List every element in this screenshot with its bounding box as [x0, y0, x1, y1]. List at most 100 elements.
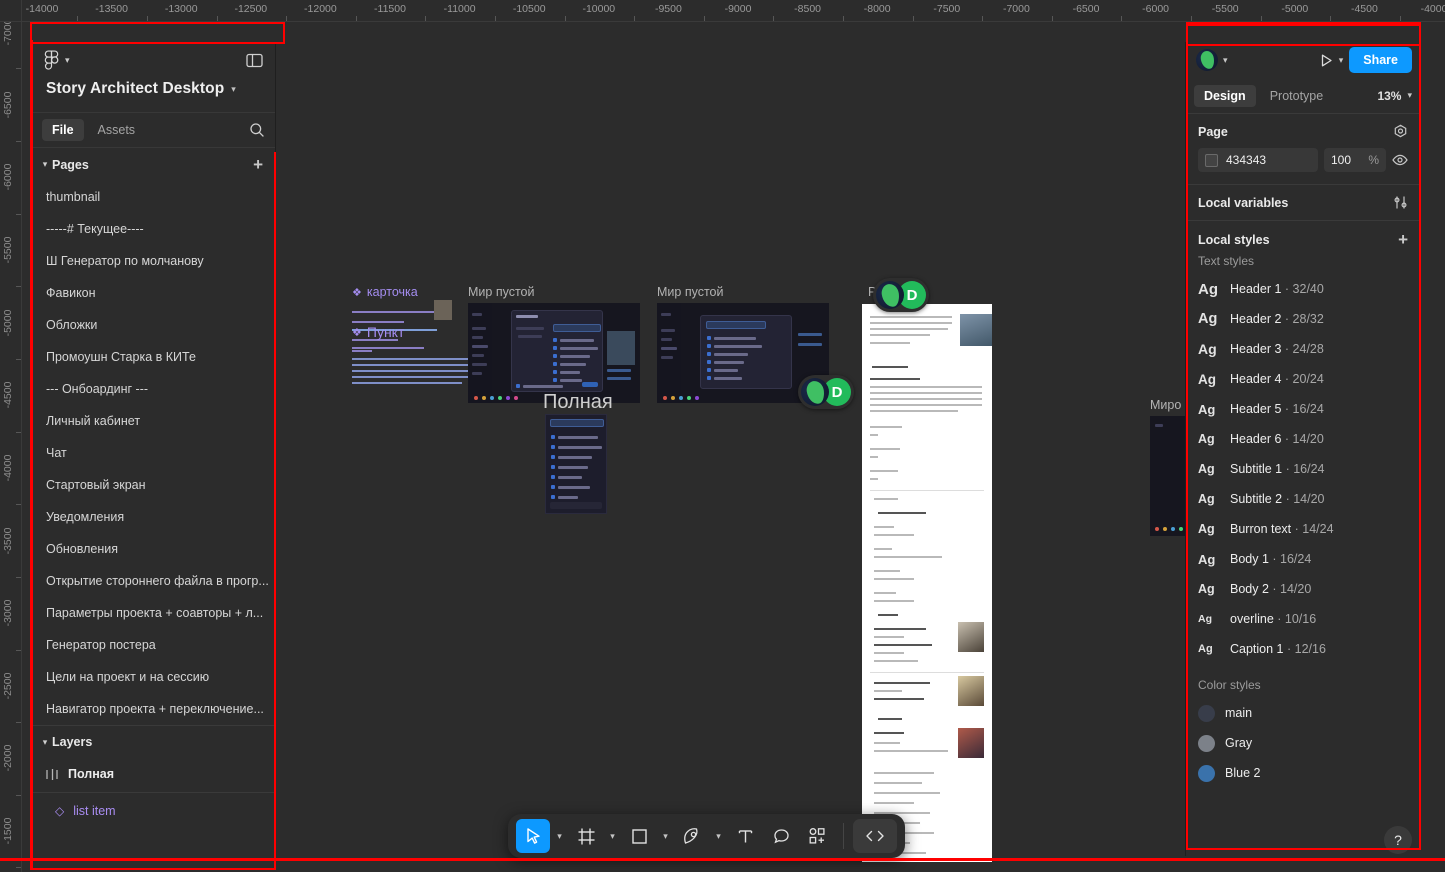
- frame-label-polnaya[interactable]: Полная: [543, 391, 613, 414]
- page-list-item[interactable]: Уведомления: [32, 501, 275, 533]
- text-style-name: Header 5 · 16/24: [1230, 402, 1324, 416]
- comment-tool[interactable]: [764, 819, 798, 853]
- plus-icon[interactable]: +: [1398, 231, 1408, 248]
- collaborator-avatar-2[interactable]: D: [798, 375, 854, 409]
- page-list-item[interactable]: Стартовый экран: [32, 469, 275, 501]
- shape-tool[interactable]: [622, 819, 656, 853]
- page-list-item[interactable]: Личный кабинет: [32, 405, 275, 437]
- pages-list[interactable]: thumbnail -----# Текущее---- Ш Генератор п…: [32, 181, 275, 725]
- page-list-item[interactable]: Обновления: [32, 533, 275, 565]
- chevron-down-icon[interactable]: ▾: [1339, 55, 1344, 66]
- help-button[interactable]: ?: [1384, 826, 1412, 854]
- page-settings-icon[interactable]: [1393, 124, 1408, 139]
- text-style-sample: Ag: [1198, 311, 1218, 327]
- ruler-tick-label: -10000: [582, 3, 616, 15]
- resources-tool[interactable]: [800, 819, 834, 853]
- page-list-item[interactable]: Открытие стороннего файла в прогр...: [32, 565, 275, 597]
- panel-layout-icon[interactable]: [246, 53, 263, 68]
- search-icon[interactable]: [249, 122, 265, 138]
- ruler-tick: [773, 16, 775, 21]
- page-list-item[interactable]: Цели на проект и на сессию: [32, 661, 275, 693]
- frame-tool[interactable]: [569, 819, 603, 853]
- page-list-item[interactable]: --- Онбоардинг ---: [32, 373, 275, 405]
- collaborator-avatar-1[interactable]: D: [873, 278, 929, 312]
- text-style-row[interactable]: Ag Header 2 · 28/32: [1186, 304, 1420, 334]
- page-list-item[interactable]: Генератор постера: [32, 629, 275, 661]
- text-style-row[interactable]: Ag Burron text · 14/24: [1186, 514, 1420, 544]
- opacity-field[interactable]: 100 %: [1324, 148, 1386, 172]
- share-button[interactable]: Share: [1349, 47, 1412, 73]
- fill-color-field[interactable]: 434343: [1198, 148, 1318, 172]
- move-tool-chevron-down-icon[interactable]: ▾: [552, 831, 567, 842]
- color-style-row[interactable]: main: [1186, 698, 1420, 728]
- chevron-down-icon[interactable]: ▾: [38, 159, 52, 170]
- plus-icon[interactable]: +: [253, 156, 263, 173]
- shape-tool-chevron-down-icon[interactable]: ▾: [658, 831, 673, 842]
- text-style-name: Subtitle 1 · 16/24: [1230, 462, 1325, 476]
- frame-thumbnail-polnaya[interactable]: [545, 414, 607, 514]
- text-styles-list[interactable]: Ag Header 1 · 32/40 Ag Header 2 · 28/32 Ag He…: [1186, 274, 1420, 664]
- component-label-kartochka[interactable]: ❖ карточка: [352, 285, 418, 299]
- layers-section-header[interactable]: ▾ Layers: [32, 725, 275, 758]
- tab-prototype[interactable]: Prototype: [1260, 85, 1334, 107]
- text-style-row[interactable]: Ag Header 3 · 24/28: [1186, 334, 1420, 364]
- text-style-row[interactable]: Ag Subtitle 1 · 16/24: [1186, 454, 1420, 484]
- text-style-row[interactable]: Ag Subtitle 2 · 14/20: [1186, 484, 1420, 514]
- text-style-row[interactable]: Ag Header 5 · 16/24: [1186, 394, 1420, 424]
- frame-label-mir-pustoy-1[interactable]: Мир пустой: [468, 285, 534, 299]
- styles-list[interactable]: Text styles Ag Header 1 · 32/40 Ag Header 2…: [1186, 250, 1420, 856]
- page-list-item[interactable]: Чат: [32, 437, 275, 469]
- ruler-tick: [355, 16, 357, 21]
- present-button[interactable]: ▾: [1319, 53, 1344, 68]
- color-swatch[interactable]: [1205, 153, 1218, 167]
- variables-sliders-icon[interactable]: [1393, 195, 1408, 210]
- tab-design[interactable]: Design: [1194, 84, 1256, 107]
- color-style-row[interactable]: Gray: [1186, 728, 1420, 758]
- color-style-row[interactable]: Blue 2: [1186, 758, 1420, 788]
- ruler-tick: [1260, 16, 1262, 21]
- collaborator-photo-icon: [801, 378, 829, 406]
- text-style-row[interactable]: Ag Body 2 · 14/20: [1186, 574, 1420, 604]
- page-list-item[interactable]: Фавикон: [32, 277, 275, 309]
- dev-mode-toggle[interactable]: [853, 819, 897, 853]
- layer-item-polnaya[interactable]: Полная: [32, 758, 275, 790]
- zoom-control[interactable]: 13% ▾: [1377, 89, 1412, 103]
- chevron-down-icon[interactable]: ▾: [231, 84, 236, 95]
- zoom-level: 13%: [1377, 88, 1402, 103]
- frame-thumbnail-ro-document[interactable]: [862, 304, 992, 862]
- text-style-row[interactable]: Ag Header 6 · 14/20: [1186, 424, 1420, 454]
- text-tool[interactable]: [728, 819, 762, 853]
- page-list-item[interactable]: -----# Текущее----: [32, 213, 275, 245]
- figma-menu-button[interactable]: ▾: [44, 50, 70, 70]
- eye-icon[interactable]: [1392, 153, 1408, 167]
- tab-file[interactable]: File: [42, 119, 84, 141]
- pen-tool[interactable]: [675, 819, 709, 853]
- page-list-item[interactable]: thumbnail: [32, 181, 275, 213]
- page-list-item[interactable]: Параметры проекта + соавторы + л...: [32, 597, 275, 629]
- text-style-row[interactable]: Ag Body 1 · 16/24: [1186, 544, 1420, 574]
- component-label-punkt[interactable]: ❖ Пункт: [352, 324, 404, 340]
- text-style-row[interactable]: Ag Header 4 · 20/24: [1186, 364, 1420, 394]
- user-avatar-button[interactable]: ▾: [1196, 49, 1228, 71]
- tab-assets[interactable]: Assets: [88, 119, 146, 141]
- frame-label-miro[interactable]: Миро: [1150, 398, 1181, 412]
- color-styles-list[interactable]: main Gray Blue 2: [1186, 698, 1420, 788]
- ruler-tick: [703, 16, 705, 21]
- layer-item-list-item[interactable]: ◇ list item: [32, 795, 275, 827]
- page-list-item[interactable]: Промоушн Старка в КИТе: [32, 341, 275, 373]
- text-style-row[interactable]: Ag overline · 10/16: [1186, 604, 1420, 634]
- page-list-item[interactable]: Ш Генератор по молчанову: [32, 245, 275, 277]
- chevron-down-icon[interactable]: ▾: [38, 737, 52, 748]
- move-tool[interactable]: [516, 819, 550, 853]
- pages-section-header[interactable]: ▾ Pages +: [32, 148, 275, 181]
- frame-tool-chevron-down-icon[interactable]: ▾: [605, 831, 620, 842]
- file-title-row[interactable]: Story Architect Desktop ▾: [32, 78, 275, 112]
- text-style-row[interactable]: Ag Header 1 · 32/40: [1186, 274, 1420, 304]
- page-list-item[interactable]: Навигатор проекта + переключение...: [32, 693, 275, 725]
- page-list-item[interactable]: Обложки: [32, 309, 275, 341]
- pen-tool-chevron-down-icon[interactable]: ▾: [711, 831, 726, 842]
- frame-label-mir-pustoy-2[interactable]: Мир пустой: [657, 285, 723, 299]
- frame-thumbnail-mir-pustoy-1[interactable]: [468, 303, 640, 403]
- text-style-row[interactable]: Ag Caption 1 · 12/16: [1186, 634, 1420, 664]
- local-variables-section[interactable]: Local variables: [1186, 185, 1420, 221]
